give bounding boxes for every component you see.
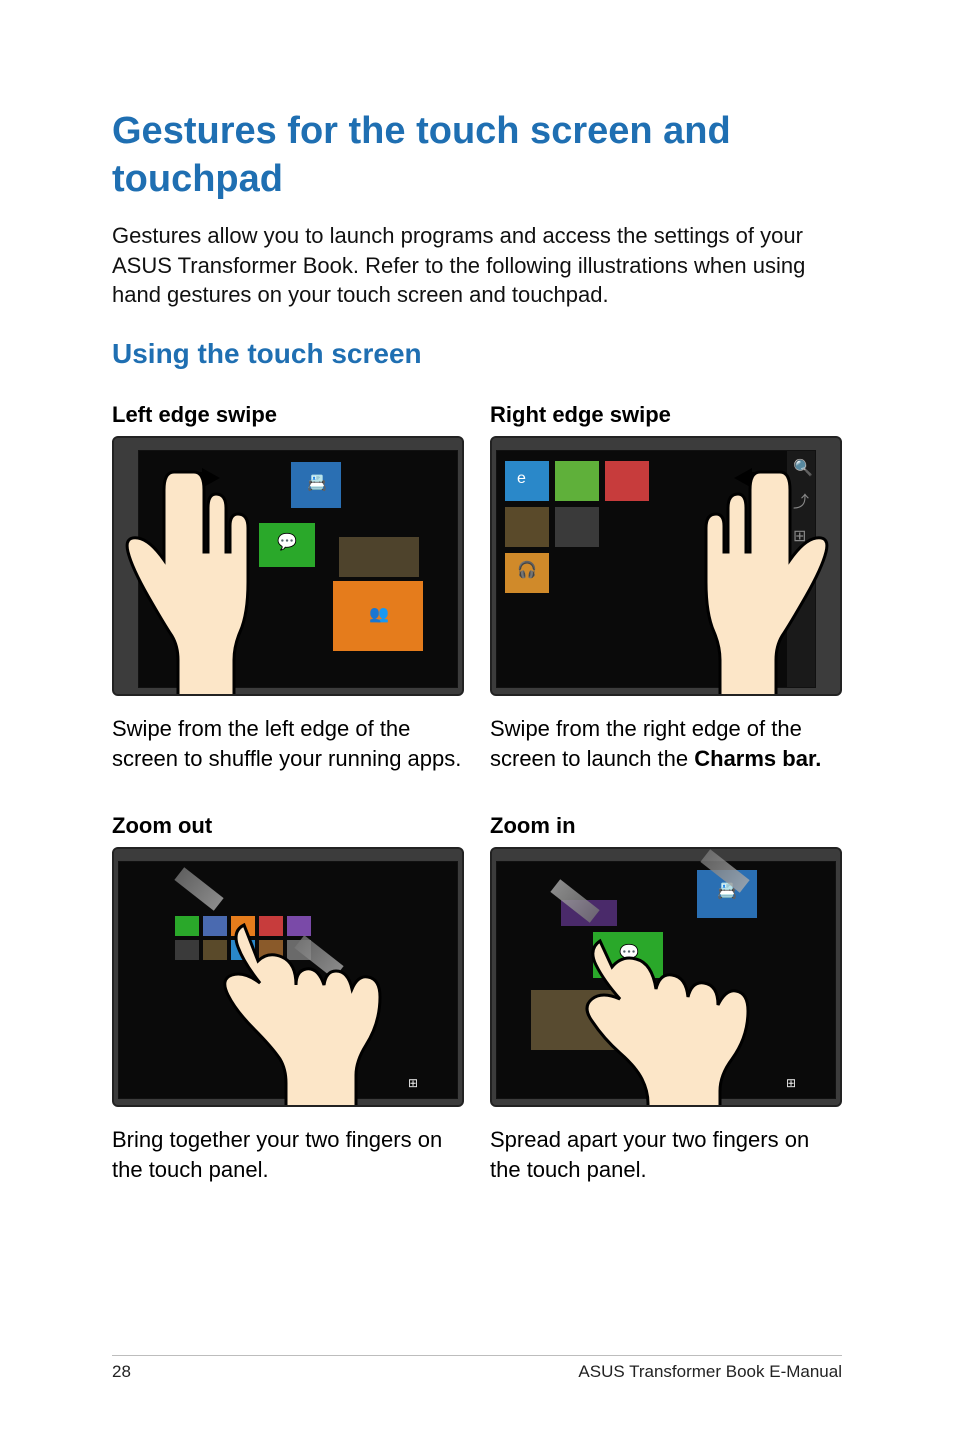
hand-icon <box>552 885 772 1107</box>
windows-icon: ⊞ <box>783 1076 799 1092</box>
illustration-right-swipe: e 🎧 🔍 ⤴ ⊞ ⚙ <box>490 436 842 696</box>
gesture-title-zoom-in: Zoom in <box>490 813 842 839</box>
illustration-zoom-out: ⊞ <box>112 847 464 1107</box>
illustration-left-swipe: 📇 💬 👥 <box>112 436 464 696</box>
gesture-desc-zoom-out: Bring together your two fingers on the t… <box>112 1125 464 1184</box>
page-footer: 28 ASUS Transformer Book E-Manual <box>112 1355 842 1382</box>
hand-icon <box>174 885 394 1107</box>
hand-icon <box>670 460 842 696</box>
intro-paragraph: Gestures allow you to launch programs an… <box>112 221 842 310</box>
page-content: Gestures for the touch screen and touchp… <box>0 0 954 1185</box>
gesture-title-left-swipe: Left edge swipe <box>112 402 464 428</box>
page-number: 28 <box>112 1362 131 1382</box>
page-title: Gestures for the touch screen and touchp… <box>112 108 842 203</box>
gesture-left-swipe: Left edge swipe 📇 💬 👥 Swipe from the lef… <box>112 402 464 773</box>
gesture-title-zoom-out: Zoom out <box>112 813 464 839</box>
gesture-desc-right-swipe: Swipe from the right edge of the screen … <box>490 714 842 773</box>
gesture-zoom-in: Zoom in 📇 💬 ⊞ Spread apart your tw <box>490 813 842 1184</box>
gestures-grid: Left edge swipe 📇 💬 👥 Swipe from the lef… <box>112 402 842 1185</box>
illustration-zoom-in: 📇 💬 ⊞ <box>490 847 842 1107</box>
windows-icon: ⊞ <box>405 1076 421 1092</box>
gesture-title-right-swipe: Right edge swipe <box>490 402 842 428</box>
gesture-desc-left-swipe: Swipe from the left edge of the screen t… <box>112 714 464 773</box>
footer-doc-title: ASUS Transformer Book E-Manual <box>578 1362 842 1382</box>
gesture-desc-right-swipe-bold: Charms bar. <box>694 746 821 771</box>
gesture-zoom-out: Zoom out ⊞ <box>112 813 464 1184</box>
hand-icon <box>112 460 284 696</box>
gesture-right-swipe: Right edge swipe e 🎧 🔍 ⤴ ⊞ ⚙ <box>490 402 842 773</box>
gesture-desc-zoom-in: Spread apart your two fingers on the tou… <box>490 1125 842 1184</box>
section-subtitle: Using the touch screen <box>112 338 842 370</box>
